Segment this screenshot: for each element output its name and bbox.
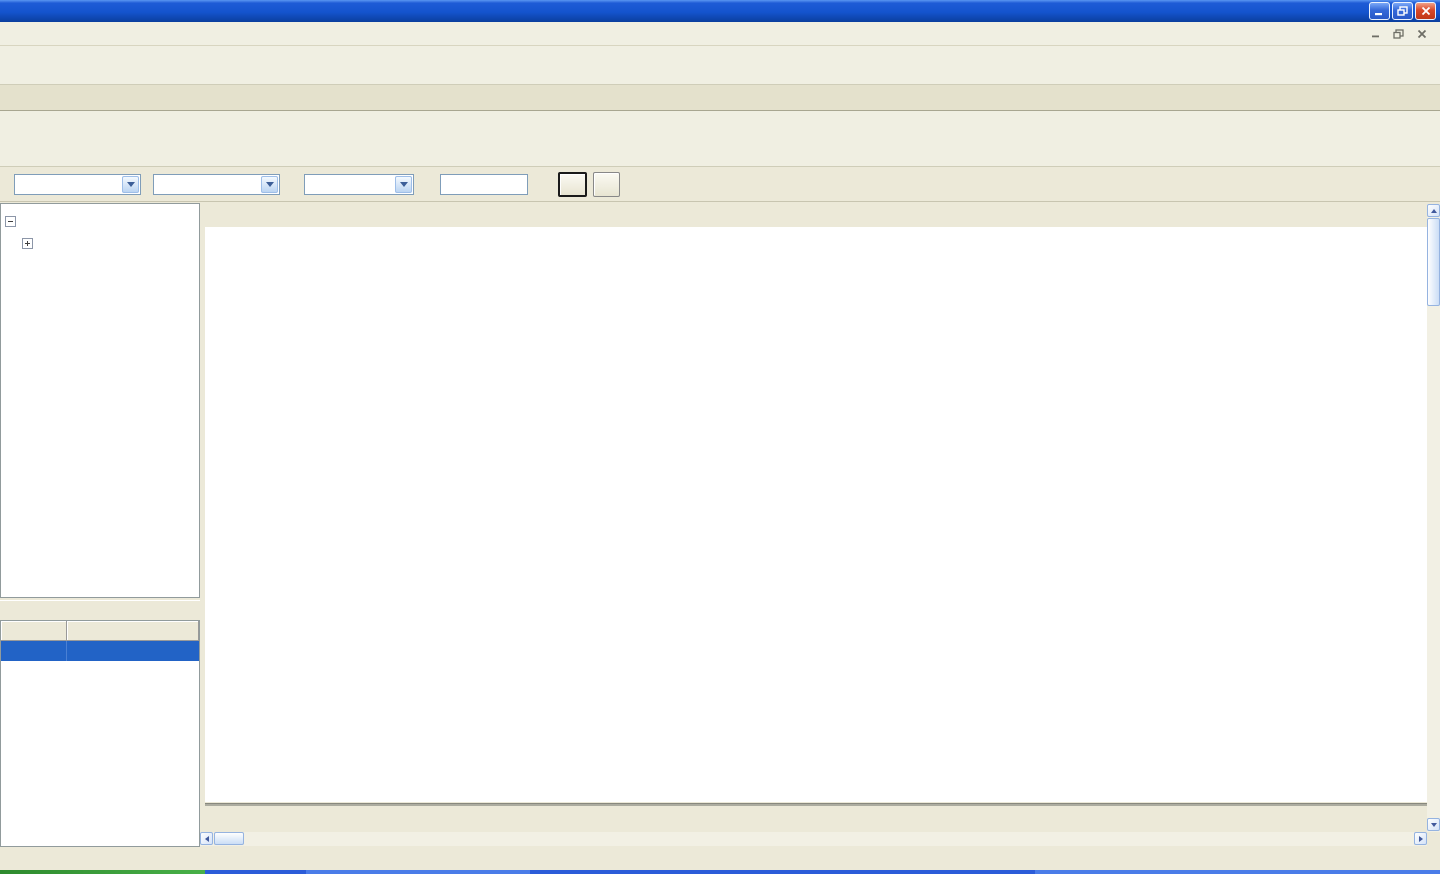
horizontal-scrollbar[interactable] xyxy=(200,832,1427,846)
restore-button[interactable] xyxy=(1392,2,1413,20)
date-from-combo[interactable] xyxy=(14,174,141,195)
main-toolbar xyxy=(0,46,1440,85)
accounts-panel xyxy=(0,202,200,847)
mdi-minimize-button[interactable] xyxy=(1367,26,1384,41)
vertical-scroll-thumb[interactable] xyxy=(1427,218,1440,306)
title-bar xyxy=(0,0,1440,22)
scroll-right-button[interactable] xyxy=(1414,832,1427,845)
sum-divider xyxy=(205,803,1427,806)
menu-bar xyxy=(0,22,1440,46)
collapse-icon[interactable] xyxy=(5,216,16,227)
journal-grid xyxy=(205,202,1440,847)
scroll-down-button[interactable] xyxy=(1427,818,1440,831)
scroll-up-button[interactable] xyxy=(1427,204,1440,217)
query-button[interactable] xyxy=(558,172,587,197)
chevron-down-icon[interactable] xyxy=(395,176,412,193)
mdi-close-button[interactable] xyxy=(1413,26,1430,41)
minimize-button[interactable] xyxy=(1369,2,1390,20)
horizontal-scroll-thumb[interactable] xyxy=(214,832,244,845)
property-row-cash[interactable] xyxy=(1,641,199,661)
tree-node-cash[interactable] xyxy=(5,232,195,254)
tab-bar xyxy=(0,85,1440,111)
action-toolbar xyxy=(0,111,1440,167)
account-hint xyxy=(0,600,200,620)
property-column-header xyxy=(1,621,67,641)
expand-icon[interactable] xyxy=(22,238,33,249)
counter-subject-input[interactable] xyxy=(440,174,528,195)
property-table-header xyxy=(1,621,199,641)
scroll-left-button[interactable] xyxy=(200,832,213,845)
start-button-edge xyxy=(0,870,205,874)
grid-body xyxy=(205,227,1427,802)
vertical-scrollbar[interactable] xyxy=(1427,204,1440,832)
content-area xyxy=(0,202,1440,847)
date-to-combo[interactable] xyxy=(153,174,280,195)
voucher-word-combo[interactable] xyxy=(304,174,414,195)
close-button[interactable] xyxy=(1415,2,1436,20)
status-bar xyxy=(0,847,1440,870)
advanced-query-button[interactable] xyxy=(593,172,620,197)
mdi-restore-button[interactable] xyxy=(1390,26,1407,41)
query-bar xyxy=(0,167,1440,202)
chevron-down-icon[interactable] xyxy=(122,176,139,193)
property-table xyxy=(0,620,200,847)
chevron-down-icon[interactable] xyxy=(261,176,278,193)
accounts-tree xyxy=(0,203,200,598)
value-column-header xyxy=(67,621,199,641)
taskbar-strip xyxy=(0,870,1440,874)
tree-node-all-cash-accounts[interactable] xyxy=(5,210,195,232)
mdi-window-controls xyxy=(1367,26,1436,41)
